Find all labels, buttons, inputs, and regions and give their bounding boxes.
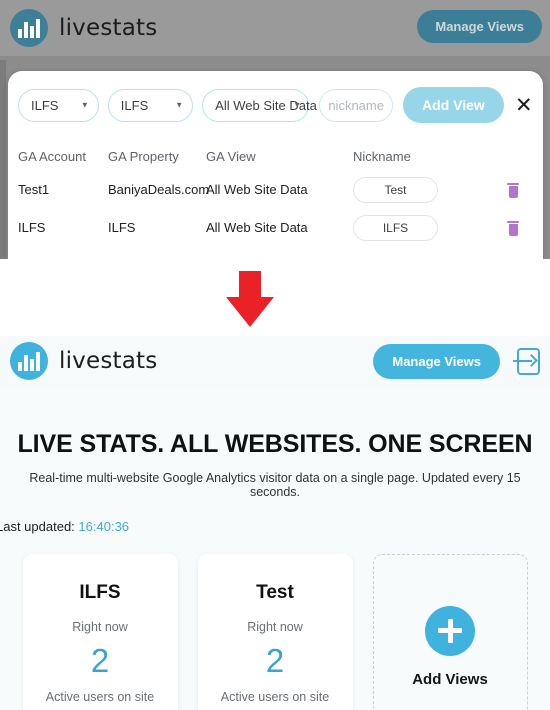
table-row: ILFS ILFS All Web Site Data (18, 209, 533, 247)
views-table-header: GA Account GA Property GA View Nickname (18, 143, 533, 171)
arrow-separator (0, 259, 550, 336)
trash-icon[interactable] (507, 182, 519, 198)
dimmed-brand[interactable]: livestats (10, 9, 157, 47)
add-view-button[interactable]: Add View (403, 87, 504, 123)
stat-card-active-count: 2 (265, 642, 285, 679)
row-ga-view: All Web Site Data (206, 220, 308, 235)
ga-account-select-value: ILFS (31, 97, 59, 113)
stat-card-right-now-label: Right now (247, 620, 303, 634)
stats-card-list: ILFS Right now 2 Active users on site Te… (0, 554, 550, 710)
dimmed-app-header: livestats Manage Views (0, 0, 550, 56)
equalizer-bars (18, 18, 40, 38)
app-brand[interactable]: livestats (10, 342, 157, 380)
column-header-ga-account: GA Account (18, 149, 86, 164)
stat-card[interactable]: Test Right now 2 Active users on site (197, 554, 353, 710)
equalizer-icon (10, 9, 48, 47)
column-header-ga-property: GA Property (108, 149, 179, 164)
ga-account-select[interactable]: ILFS ▼ (18, 88, 99, 122)
stat-card-active-label: Active users on site (45, 690, 155, 704)
page-subtitle: Real-time multi-website Google Analytics… (29, 471, 521, 499)
equalizer-bars (18, 351, 40, 371)
livestats-app: livestats Manage Views LIVE STATS. ALL W… (0, 336, 550, 710)
stat-card-active-label: Active users on site (220, 690, 330, 704)
chevron-down-icon: ▼ (80, 100, 89, 110)
dimmed-brand-label: livestats (59, 15, 158, 41)
row-ga-account: Test1 (18, 182, 50, 197)
screenshot-root: livestats Manage Views ILFS ▼ ILFS ▼ All… (0, 0, 550, 710)
close-icon[interactable]: ✕ (515, 94, 533, 115)
page-title: LIVE STATS. ALL WEBSITES. ONE SCREEN (17, 430, 533, 458)
equalizer-icon (10, 342, 48, 380)
ga-property-select-value: ILFS (120, 97, 149, 113)
stat-card-site-name: Test (256, 582, 294, 603)
row-ga-account: ILFS (18, 220, 46, 235)
down-arrow-icon (226, 271, 274, 327)
chevron-down-icon: ▼ (293, 100, 302, 110)
row-ga-view: All Web Site Data (206, 182, 308, 197)
modal-controls-row: ILFS ▼ ILFS ▼ All Web Site Data ▼ Add Vi… (8, 71, 543, 123)
last-updated-label: Last updated: (0, 519, 75, 534)
last-updated: Last updated: 16:40:36 (0, 519, 546, 534)
row-nickname-input[interactable] (353, 177, 438, 203)
add-views-card[interactable]: Add Views (372, 554, 528, 710)
dimmed-manage-views-button[interactable]: Manage Views (417, 10, 542, 43)
ga-view-select[interactable]: All Web Site Data ▼ (202, 88, 317, 122)
trash-icon[interactable] (507, 220, 519, 236)
stat-card-active-count: 2 (90, 642, 110, 679)
chevron-down-icon: ▼ (175, 100, 184, 110)
table-row: Test1 BaniyaDeals.com All Web Site Data (18, 171, 533, 209)
ga-property-select[interactable]: ILFS ▼ (107, 88, 194, 122)
add-views-label: Add Views (412, 670, 488, 688)
stat-card[interactable]: ILFS Right now 2 Active users on site (22, 554, 178, 710)
stat-card-right-now-label: Right now (72, 620, 128, 634)
app-brand-label: livestats (59, 348, 158, 374)
row-ga-property: ILFS (108, 220, 136, 235)
last-updated-time: 16:40:36 (78, 519, 130, 534)
manage-views-modal: ILFS ▼ ILFS ▼ All Web Site Data ▼ Add Vi… (8, 71, 543, 259)
app-header: livestats Manage Views (0, 336, 550, 386)
hero-section: LIVE STATS. ALL WEBSITES. ONE SCREEN Rea… (0, 430, 550, 499)
sign-out-icon[interactable] (513, 347, 540, 375)
stat-card-site-name: ILFS (79, 582, 121, 603)
row-nickname-input[interactable] (353, 215, 438, 241)
row-ga-property: BaniyaDeals.com (108, 182, 210, 197)
nickname-input[interactable] (319, 88, 394, 122)
views-table: GA Account GA Property GA View Nickname … (8, 143, 543, 247)
ga-view-select-value: All Web Site Data (215, 97, 317, 113)
manage-views-button[interactable]: Manage Views (373, 343, 500, 379)
column-header-nickname: Nickname (353, 149, 411, 164)
page-scrollbar[interactable] (0, 60, 6, 260)
plus-circle-icon (425, 605, 475, 656)
column-header-ga-view: GA View (206, 149, 256, 164)
